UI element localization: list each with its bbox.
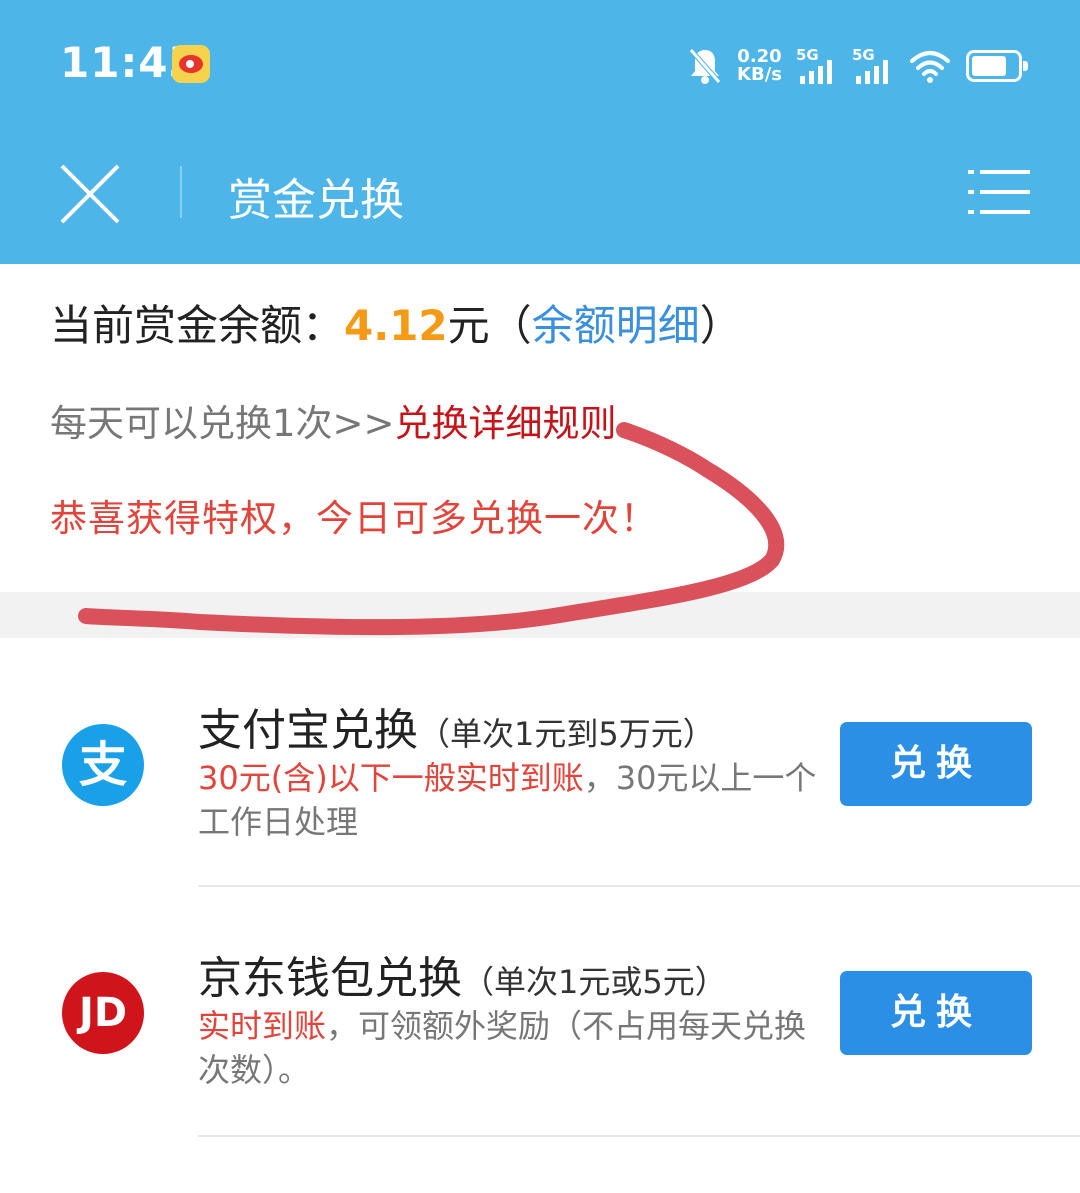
header-bar: 11:43 0.20 KB/s 5G 5G 赏金兑换	[0, 0, 1080, 264]
jd-icon: JD	[62, 972, 144, 1054]
menu-icon	[968, 170, 1030, 214]
net-speed-unit: KB/s	[737, 64, 782, 85]
weibo-icon	[172, 45, 210, 83]
row-separator	[198, 885, 1080, 887]
close-icon	[60, 164, 120, 224]
jd-description: 实时到账，可领额外奖励（不占用每天兑换次数）。	[198, 1004, 818, 1092]
row-separator	[198, 1135, 1080, 1137]
signal-icon: 5G	[796, 46, 838, 86]
section-divider	[0, 592, 1080, 638]
menu-button[interactable]	[964, 166, 1034, 218]
page-title: 赏金兑换	[228, 175, 404, 226]
jd-subtitle: （单次1元或5元）	[462, 963, 727, 1001]
alipay-subtitle: （单次1元到5万元）	[418, 715, 715, 753]
rule-prefix: 每天可以兑换1次>>	[50, 402, 395, 445]
close-button[interactable]	[54, 158, 126, 230]
alipay-desc-highlight: 30元(含)以下一般实时到账	[198, 759, 584, 797]
alipay-icon-glyph: 支	[78, 737, 127, 793]
alipay-title-text: 支付宝兑换	[198, 705, 418, 756]
net-speed: 0.20 KB/s	[737, 48, 782, 84]
privilege-notice: 恭喜获得特权，今日可多兑换一次！	[50, 497, 658, 540]
rule-line: 每天可以兑换1次>>兑换详细规则	[50, 393, 617, 447]
alipay-icon: 支	[62, 724, 144, 806]
alipay-description: 30元(含)以下一般实时到账，30元以上一个工作日处理	[198, 756, 818, 844]
balance-label: 当前赏金余额：	[50, 301, 345, 350]
bell-mute-icon	[689, 48, 721, 84]
alipay-exchange-button[interactable]: 兑换	[840, 722, 1032, 806]
paren-close: ）	[699, 301, 742, 350]
nav-divider	[180, 166, 182, 218]
jd-exchange-button[interactable]: 兑换	[840, 971, 1032, 1055]
signal-icon: 5G	[852, 46, 894, 86]
jd-icon-glyph: JD	[78, 990, 128, 1036]
jd-title: 京东钱包兑换（单次1元或5元）	[198, 942, 727, 1006]
battery-icon	[966, 50, 1028, 82]
wifi-icon	[910, 51, 950, 83]
balance-line: 当前赏金余额：4.12元（余额明细）	[50, 292, 742, 353]
paren-open: （	[489, 301, 532, 350]
status-icons: 0.20 KB/s 5G 5G	[687, 40, 1028, 92]
balance-detail-link[interactable]: 余额明细	[532, 301, 700, 350]
alipay-title: 支付宝兑换（单次1元到5万元）	[198, 694, 715, 758]
balance-amount: 4.12	[344, 301, 448, 350]
jd-desc-highlight: 实时到账	[198, 1007, 327, 1045]
balance-unit: 元	[447, 301, 490, 350]
jd-title-text: 京东钱包兑换	[198, 953, 462, 1004]
rule-detail-link[interactable]: 兑换详细规则	[395, 402, 617, 445]
